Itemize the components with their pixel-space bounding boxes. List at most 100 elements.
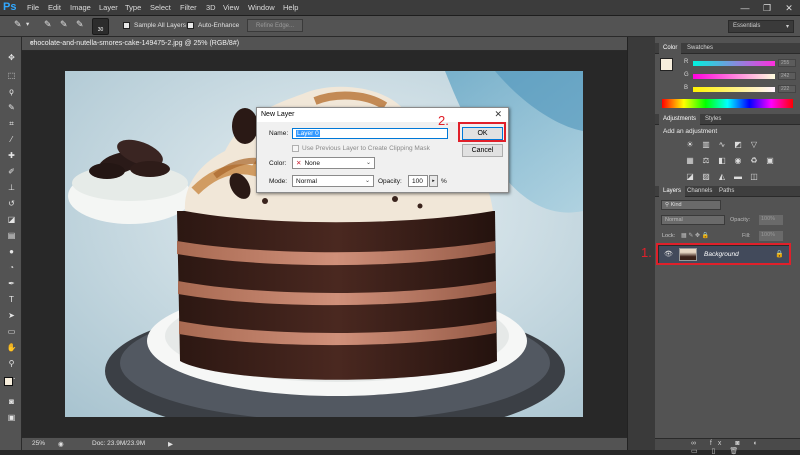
- gradient-map-icon[interactable]: ▬: [733, 172, 743, 181]
- tab-color[interactable]: Color: [659, 43, 682, 54]
- refine-edge-button[interactable]: Refine Edge...: [247, 19, 303, 32]
- tab-layers[interactable]: Layers: [659, 186, 686, 197]
- brush-size-picker[interactable]: 30: [92, 18, 109, 35]
- quick-selection-tool-icon[interactable]: ✎: [6, 103, 17, 112]
- vibrance-icon[interactable]: ▽: [749, 140, 759, 149]
- menu-select[interactable]: Select: [150, 3, 171, 12]
- menu-3d[interactable]: 3D: [206, 3, 216, 12]
- color-spectrum[interactable]: [662, 99, 793, 108]
- eyedropper-tool-icon[interactable]: ⁄: [6, 135, 17, 144]
- green-slider[interactable]: [693, 74, 775, 79]
- clone-stamp-icon[interactable]: ⊥: [6, 183, 17, 192]
- tab-paths[interactable]: Paths: [715, 186, 738, 197]
- auto-enhance-checkbox[interactable]: [187, 22, 194, 29]
- menu-file[interactable]: File: [27, 3, 39, 12]
- quick-selection-tool-icon[interactable]: ✎: [14, 19, 22, 30]
- blue-slider[interactable]: [693, 87, 775, 92]
- menu-edit[interactable]: Edit: [48, 3, 61, 12]
- color-lookup-icon[interactable]: ▣: [765, 156, 775, 165]
- status-menu-arrow-icon[interactable]: ▶: [168, 440, 173, 448]
- brush-tool-icon[interactable]: ✐: [6, 167, 17, 176]
- blur-tool-icon[interactable]: ●: [6, 247, 17, 256]
- menu-view[interactable]: View: [223, 3, 239, 12]
- move-tool-icon[interactable]: ✥: [6, 53, 17, 62]
- blue-value[interactable]: 222: [778, 85, 796, 93]
- menu-filter[interactable]: Filter: [180, 3, 197, 12]
- close-document-icon[interactable]: ×: [30, 40, 34, 47]
- dialog-close-icon[interactable]: ✕: [494, 109, 502, 120]
- eraser-tool-icon[interactable]: ◪: [6, 215, 17, 224]
- path-selection-icon[interactable]: ➤: [6, 311, 17, 320]
- dodge-tool-icon[interactable]: ◔: [6, 263, 17, 272]
- gradient-tool-icon[interactable]: ▤: [6, 231, 17, 240]
- tab-styles[interactable]: Styles: [701, 114, 725, 125]
- type-tool-icon[interactable]: T: [6, 295, 17, 304]
- menu-window[interactable]: Window: [248, 3, 275, 12]
- tool-preset-dropdown-icon[interactable]: ▾: [26, 20, 29, 28]
- marquee-tool-icon[interactable]: ⬚: [6, 71, 17, 80]
- tab-channels[interactable]: Channels: [683, 186, 716, 197]
- red-value[interactable]: 255: [778, 59, 796, 67]
- zoom-tool-icon[interactable]: ⚲: [6, 359, 17, 368]
- selective-color-icon[interactable]: ◫: [749, 172, 759, 181]
- green-value[interactable]: 242: [778, 72, 796, 80]
- tab-swatches[interactable]: Swatches: [683, 43, 717, 54]
- cancel-button[interactable]: Cancel: [462, 144, 503, 157]
- brightness-icon[interactable]: ☀: [685, 140, 695, 149]
- workspace-switcher[interactable]: Essentials ▾: [728, 20, 794, 33]
- blend-mode-select[interactable]: Normal: [661, 215, 725, 225]
- status-info-icon[interactable]: ◉: [58, 440, 64, 448]
- mode-select[interactable]: Normal ⌄: [292, 175, 374, 187]
- sample-all-layers-checkbox[interactable]: [123, 22, 130, 29]
- lock-icons[interactable]: ▦ ✎ ✥ 🔒: [681, 232, 709, 239]
- new-selection-icon[interactable]: ✎: [44, 19, 52, 30]
- levels-icon[interactable]: ▥: [701, 140, 711, 149]
- crop-tool-icon[interactable]: ⌗: [6, 119, 17, 128]
- zoom-level[interactable]: 25%: [32, 440, 45, 447]
- quick-mask-icon[interactable]: ◙: [6, 397, 17, 406]
- channel-mixer-icon[interactable]: ♻: [749, 156, 759, 165]
- sample-all-layers-label: Sample All Layers: [134, 22, 187, 29]
- foreground-swatch[interactable]: [660, 58, 673, 71]
- lasso-tool-icon[interactable]: ϙ: [6, 87, 17, 96]
- foreground-color-swatch[interactable]: [4, 377, 13, 386]
- document-tab[interactable]: chocolate-and-nutella-smores-cake-149475…: [22, 37, 627, 51]
- menu-type[interactable]: Type: [125, 3, 141, 12]
- color-balance-icon[interactable]: ⚖: [701, 156, 711, 165]
- layer-name-input[interactable]: Layer 0: [292, 128, 448, 139]
- shape-tool-icon[interactable]: ▭: [6, 327, 17, 336]
- close-button[interactable]: ✕: [778, 0, 800, 16]
- layers-footer-icons[interactable]: ∞ fx ◙ ◐ ▭ ▯ 🗑: [655, 438, 800, 455]
- hand-tool-icon[interactable]: ✋: [6, 343, 17, 352]
- clipping-mask-checkbox[interactable]: [292, 145, 299, 152]
- exposure-icon[interactable]: ◩: [733, 140, 743, 149]
- add-to-selection-icon[interactable]: ✎: [60, 19, 68, 30]
- photo-filter-icon[interactable]: ◉: [733, 156, 743, 165]
- menu-help[interactable]: Help: [283, 3, 298, 12]
- history-brush-icon[interactable]: ↺: [6, 199, 17, 208]
- restore-button[interactable]: ❐: [756, 0, 778, 16]
- menu-layer[interactable]: Layer: [99, 3, 118, 12]
- opacity-slider-arrow-icon[interactable]: ▸: [429, 175, 438, 187]
- layer-opacity-value[interactable]: 100%: [759, 215, 783, 225]
- hue-saturation-icon[interactable]: ▦: [685, 156, 695, 165]
- healing-brush-icon[interactable]: ✚: [6, 151, 17, 160]
- black-white-icon[interactable]: ◧: [717, 156, 727, 165]
- menu-image[interactable]: Image: [70, 3, 91, 12]
- invert-icon[interactable]: ◪: [685, 172, 695, 181]
- subtract-selection-icon[interactable]: ✎: [76, 19, 84, 30]
- posterize-icon[interactable]: ▨: [701, 172, 711, 181]
- pen-tool-icon[interactable]: ✒: [6, 279, 17, 288]
- color-select[interactable]: ✕ None ⌄: [292, 157, 375, 169]
- document-size: Doc: 23.9M/23.9M: [92, 440, 146, 447]
- fill-value[interactable]: 100%: [759, 231, 783, 241]
- layer-filter-kind[interactable]: ⚲ Kind: [661, 200, 721, 210]
- screen-mode-icon[interactable]: ▣: [6, 413, 17, 422]
- tab-adjustments[interactable]: Adjustments: [659, 114, 701, 125]
- minimize-button[interactable]: —: [734, 0, 756, 16]
- opacity-input[interactable]: 100: [408, 175, 428, 187]
- workspace-label: Essentials: [733, 23, 761, 29]
- threshold-icon[interactable]: ◭: [717, 172, 727, 181]
- red-slider[interactable]: [693, 61, 775, 66]
- curves-icon[interactable]: ∿: [717, 140, 727, 149]
